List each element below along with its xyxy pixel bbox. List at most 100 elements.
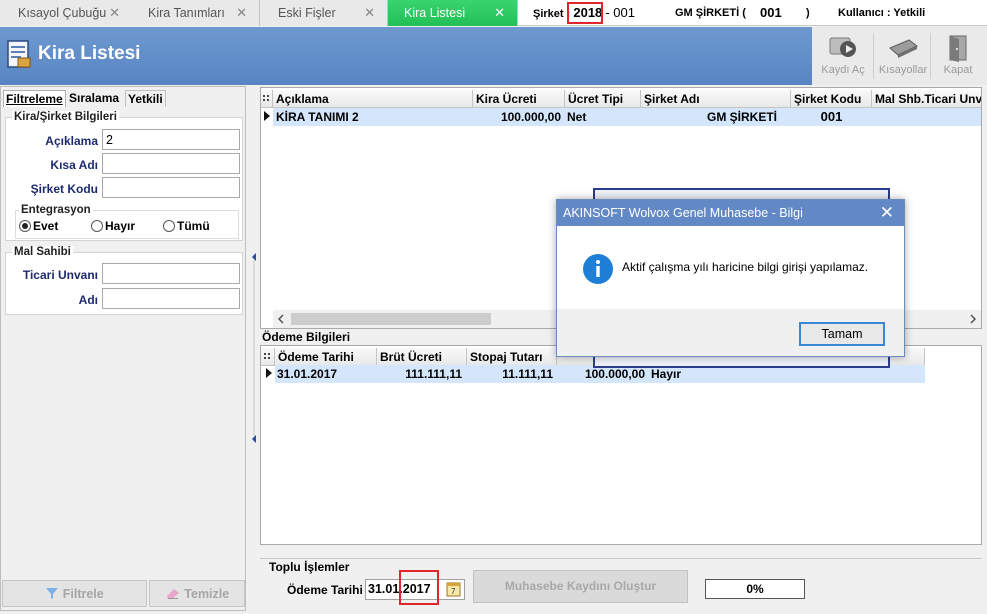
owner-name-label: Adı — [78, 293, 98, 307]
col-header-ucret-tipi[interactable]: Ücret Tipi — [565, 90, 641, 108]
svg-text:7: 7 — [451, 587, 456, 596]
tab-kira-listesi[interactable]: Kira Listesi ✕ — [388, 0, 518, 26]
bulk-actions-panel: Toplu İşlemler Ödeme Tarihi 31.01.2017 7… — [260, 558, 982, 611]
radio-icon — [163, 220, 175, 232]
col-header-brut-ucreti[interactable]: Brüt Ücreti — [377, 348, 467, 366]
col-header-mal-shb[interactable]: Mal Shb.Ticari Unva — [872, 90, 981, 108]
close-icon[interactable]: ✕ — [494, 0, 505, 26]
cell-odeme-tarihi: 31.01.2017 — [277, 367, 338, 381]
close-icon[interactable]: ✕ — [880, 200, 894, 226]
company-label: Şirket : — [533, 8, 571, 20]
close-icon[interactable]: ✕ — [236, 0, 247, 26]
progress-indicator: 0% — [705, 579, 805, 599]
cell-stopaj-tutari: 11.111,11 — [502, 367, 553, 381]
title-bar: Kira Listesi — [0, 27, 812, 85]
filter-panel: Filtreleme Sıralama Yetkili Kira/Şirket … — [0, 86, 246, 611]
dialog-title: AKINSOFT Wolvox Genel Muhasebe - Bilgi ✕ — [557, 200, 904, 226]
bulk-actions-title: Toplu İşlemler — [269, 560, 350, 574]
cell-sirket-kodu: 001 — [820, 109, 843, 124]
payment-date-label: Ödeme Tarihi — [287, 583, 363, 597]
trade-name-input[interactable] — [102, 263, 240, 284]
grid-row-indicator-header — [261, 90, 273, 108]
radio-hayir[interactable]: Hayır — [91, 219, 135, 233]
tab-kira-tanimlari[interactable]: Kira Tanımları ✕ — [130, 0, 260, 26]
tab-label: Kira Listesi — [404, 6, 466, 20]
short-name-input[interactable] — [102, 153, 240, 174]
splitter-grip-icon — [252, 253, 256, 443]
date-day-month: 31.01. — [368, 582, 403, 596]
cell-sirket-adi: GM ŞİRKETİ — [706, 110, 777, 124]
col-header-aciklama[interactable]: Açıklama — [273, 90, 473, 108]
integration-title: Entegrasyon — [19, 204, 93, 216]
cell-mal-shb — [872, 108, 981, 126]
short-name-label: Kısa Adı — [50, 158, 98, 172]
scroll-right-icon[interactable] — [969, 314, 977, 324]
panel-splitter[interactable] — [250, 248, 258, 448]
description-input[interactable] — [102, 129, 240, 150]
keyboard-icon — [889, 39, 918, 58]
filter-button[interactable]: Filtrele — [2, 580, 147, 607]
create-accounting-record-button[interactable]: Muhasebe Kaydını Oluştur — [473, 570, 688, 603]
close-icon[interactable]: ✕ — [109, 0, 120, 26]
radio-tumu[interactable]: Tümü — [163, 219, 210, 233]
page-header: Kira Listesi Kaydı Aç Kısayollar Kapat — [0, 27, 987, 85]
radio-icon — [91, 220, 103, 232]
open-record-icon — [829, 37, 856, 57]
col-header-sirket-kodu[interactable]: Şirket Kodu — [791, 90, 872, 108]
drag-handle-icon — [263, 95, 269, 101]
col-header-odeme-tarihi[interactable]: Ödeme Tarihi — [275, 348, 377, 366]
document-list-icon — [7, 40, 31, 68]
cell-brut-ucreti: 111.111,11 — [405, 367, 462, 381]
dialog-title-text: AKINSOFT Wolvox Genel Muhasebe - Bilgi — [563, 206, 803, 220]
col-header-kira-ucreti[interactable]: Kira Ücreti — [473, 90, 565, 108]
tab-filtreleme[interactable]: Filtreleme — [3, 90, 66, 107]
user-info: Kullanıcı : Yetkili — [838, 7, 926, 19]
shortcuts-label: Kısayollar — [878, 64, 928, 76]
shortcuts-button[interactable]: Kısayollar — [874, 31, 932, 81]
row-pointer-icon — [266, 365, 275, 383]
scroll-left-icon[interactable] — [277, 314, 285, 324]
owner-name-input[interactable] — [102, 288, 240, 309]
close-page-label: Kapat — [943, 64, 973, 76]
ok-button[interactable]: Tamam — [799, 322, 885, 346]
clear-button[interactable]: Temizle — [149, 580, 245, 607]
description-label: Açıklama — [45, 134, 98, 148]
tab-yetkili[interactable]: Yetkili — [125, 90, 166, 107]
group-title: Mal Sahibi — [12, 246, 73, 258]
radio-evet[interactable]: Evet — [19, 219, 58, 233]
exit-door-icon — [949, 35, 967, 62]
tab-eski-fisler[interactable]: Eski Fişler ✕ — [260, 0, 388, 26]
col-header-stopaj-tutari[interactable]: Stopaj Tutarı — [467, 348, 557, 366]
eraser-icon — [166, 589, 179, 599]
drag-handle-icon — [264, 353, 270, 359]
company-code-label: Şirket Kodu — [30, 182, 98, 196]
open-record-button[interactable]: Kaydı Aç — [814, 31, 872, 81]
open-record-label: Kaydı Aç — [821, 64, 865, 76]
payment-grid: Ödeme Tarihi Brüt Ücreti Stopaj Tutarı 3… — [260, 345, 982, 545]
cell-kira-ucreti: 100.000,00 — [500, 110, 561, 124]
company-close-paren: ) — [806, 7, 810, 19]
dialog-footer: Tamam — [557, 309, 904, 356]
info-icon — [583, 254, 613, 284]
cell-aciklama: KİRA TANIMI 2 — [276, 110, 359, 124]
close-icon[interactable]: ✕ — [364, 0, 375, 26]
scroll-thumb[interactable] — [291, 313, 491, 325]
tab-siralama[interactable]: Sıralama — [67, 90, 121, 107]
col-header-sirket-adi[interactable]: Şirket Adı — [641, 90, 791, 108]
radio-selected-icon — [19, 220, 31, 232]
funnel-icon — [46, 588, 59, 599]
company-name: GM ŞİRKETİ ( — [675, 0, 746, 26]
trade-name-label: Ticari Unvanı — [22, 268, 98, 282]
cell-ucret-tipi: Net — [567, 110, 587, 124]
tab-kisayol-cubugu[interactable]: Kısayol Çubuğu ✕ — [0, 0, 133, 26]
year-highlight — [567, 2, 603, 24]
calendar-icon[interactable]: 7 — [446, 581, 462, 598]
company-number: - 001 — [605, 5, 635, 20]
group-title: Kira/Şirket Bilgileri — [12, 111, 119, 123]
page-title: Kira Listesi — [38, 43, 141, 64]
year-highlight — [399, 570, 439, 605]
company-code-input[interactable] — [102, 177, 240, 198]
company-code: 001 — [760, 5, 782, 20]
tab-label: Eski Fişler — [278, 6, 336, 20]
close-page-button[interactable]: Kapat — [929, 31, 987, 81]
